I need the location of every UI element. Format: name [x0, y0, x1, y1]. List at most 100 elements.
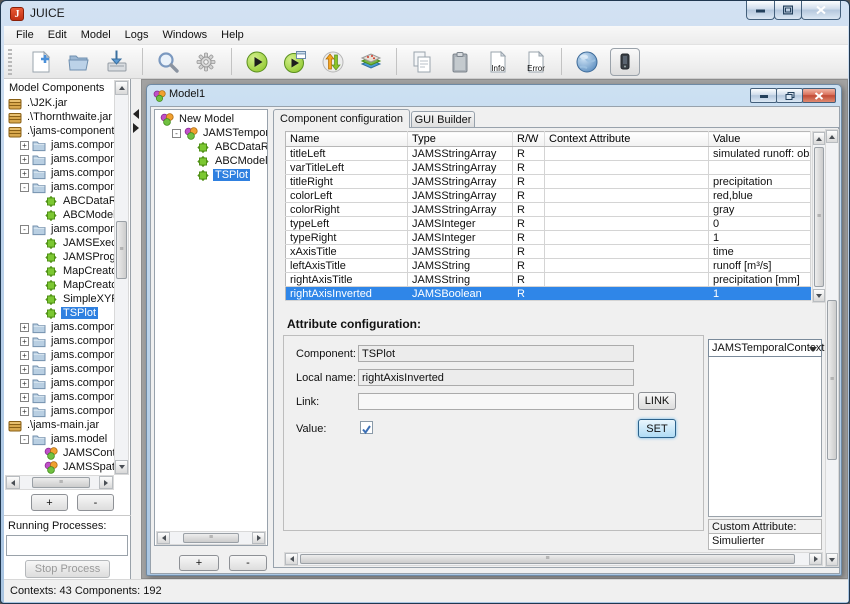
- link-field[interactable]: [358, 393, 634, 410]
- components-tree-vertical-scrollbar[interactable]: ≡: [114, 80, 129, 475]
- context-dropdown[interactable]: JAMSTemporalContext: [708, 339, 822, 357]
- tree-item-jams-componen[interactable]: +jams.componen: [4, 152, 114, 166]
- collapse-icon[interactable]: -: [20, 225, 29, 234]
- table-vertical-scrollbar[interactable]: ≡: [812, 131, 826, 303]
- scroll-right-button[interactable]: [252, 532, 265, 544]
- tree-item-tsplot[interactable]: TSPlot: [156, 168, 267, 182]
- column-header-context-attribute[interactable]: Context Attribute: [545, 132, 709, 147]
- expand-icon[interactable]: +: [20, 337, 29, 346]
- tree-item-new-model[interactable]: New Model: [156, 112, 267, 126]
- tree-item-jams-componen[interactable]: +jams.componen: [4, 376, 114, 390]
- scroll-left-button[interactable]: [157, 532, 170, 544]
- scroll-thumb[interactable]: ≡: [300, 554, 795, 564]
- tree-item-jamsspatia[interactable]: JAMSSpatia: [4, 460, 114, 474]
- value-checkbox[interactable]: [360, 421, 373, 434]
- tree-item-simplexyplo[interactable]: SimpleXYPlo: [4, 292, 114, 306]
- column-header-type[interactable]: Type: [408, 132, 513, 147]
- menu-item-file[interactable]: File: [9, 27, 41, 43]
- running-processes-list[interactable]: [6, 535, 128, 556]
- frame-restore-button[interactable]: [776, 88, 803, 103]
- collapse-icon[interactable]: -: [20, 183, 29, 192]
- tree-item-jamsexecir[interactable]: JAMSExecIr: [4, 236, 114, 250]
- scroll-down-button[interactable]: [826, 553, 838, 566]
- tree-item-jams-componen[interactable]: +jams.componen: [4, 348, 114, 362]
- online-button[interactable]: [572, 48, 602, 76]
- frame-remove-button[interactable]: -: [229, 555, 267, 571]
- new-model-button[interactable]: [26, 48, 56, 76]
- scroll-down-button[interactable]: [115, 460, 128, 474]
- tree-item-jams-componen[interactable]: +jams.componen: [4, 362, 114, 376]
- tree-item-jams-componen[interactable]: +jams.componen: [4, 166, 114, 180]
- add-component-button[interactable]: +: [31, 494, 68, 511]
- scroll-thumb[interactable]: ≡: [116, 221, 127, 279]
- expand-icon[interactable]: +: [20, 351, 29, 360]
- maximize-button[interactable]: [774, 1, 802, 20]
- column-header-name[interactable]: Name: [286, 132, 408, 147]
- remove-component-button[interactable]: -: [77, 494, 114, 511]
- table-row[interactable]: typeLeftJAMSIntegerR0: [286, 217, 811, 231]
- save-model-button[interactable]: [102, 48, 132, 76]
- tree-item-abcmodel[interactable]: ABCModel: [4, 208, 114, 222]
- expand-icon[interactable]: +: [20, 141, 29, 150]
- table-row[interactable]: titleLeftJAMSStringArrayRsimulated runof…: [286, 147, 811, 161]
- frame-minimize-button[interactable]: [750, 88, 777, 103]
- scroll-right-button[interactable]: [809, 553, 822, 565]
- menu-item-help[interactable]: Help: [214, 27, 251, 43]
- tree-item-jams-componen[interactable]: +jams.componen: [4, 334, 114, 348]
- tree-item-jams-componen[interactable]: +jams.componen: [4, 320, 114, 334]
- table-row[interactable]: typeRightJAMSIntegerR1: [286, 231, 811, 245]
- tab-gui-builder[interactable]: GUI Builder: [411, 111, 475, 128]
- tree-item-abcdatareader[interactable]: ABCDataReader: [156, 140, 267, 154]
- model-tree-horizontal-scrollbar[interactable]: ≡: [156, 531, 266, 545]
- stop-process-button[interactable]: Stop Process: [25, 560, 110, 578]
- table-row[interactable]: rightAxisInvertedJAMSBooleanR1: [286, 287, 811, 301]
- copy-button[interactable]: [407, 48, 437, 76]
- set-button[interactable]: SET: [638, 419, 676, 438]
- table-row[interactable]: leftAxisTitleJAMSStringRrunoff [m³/s]: [286, 259, 811, 273]
- component-field[interactable]: [358, 345, 634, 362]
- panel-vertical-scrollbar[interactable]: ≡: [825, 129, 839, 567]
- frame-close-button[interactable]: [802, 88, 836, 103]
- expand-icon[interactable]: +: [20, 169, 29, 178]
- menu-item-logs[interactable]: Logs: [118, 27, 156, 43]
- search-button[interactable]: [153, 48, 183, 76]
- expand-icon[interactable]: +: [20, 407, 29, 416]
- tree-item-abcdatare[interactable]: ABCDataRe: [4, 194, 114, 208]
- scroll-right-button[interactable]: [99, 476, 113, 489]
- tree-item-jamstemporalcontext[interactable]: -JAMSTemporalContext: [156, 126, 267, 140]
- link-button[interactable]: LINK: [638, 392, 676, 410]
- scroll-up-button[interactable]: [115, 81, 128, 95]
- collapse-icon[interactable]: -: [172, 129, 181, 138]
- run-model-gui-button[interactable]: [280, 48, 310, 76]
- scroll-up-button[interactable]: [813, 132, 825, 145]
- map-layers-button[interactable]: [356, 48, 386, 76]
- components-tree-horizontal-scrollbar[interactable]: ≡: [5, 475, 114, 490]
- expand-icon[interactable]: +: [20, 365, 29, 374]
- custom-attribute-field[interactable]: Simulierter: [708, 534, 822, 550]
- table-row[interactable]: titleRightJAMSStringArrayRprecipitation: [286, 175, 811, 189]
- table-row[interactable]: colorRightJAMSStringArrayRgray: [286, 203, 811, 217]
- collapse-left-icon[interactable]: [133, 109, 139, 119]
- column-header-r-w[interactable]: R/W: [513, 132, 545, 147]
- device-button[interactable]: [610, 48, 640, 76]
- toolbar-grip[interactable]: [8, 49, 12, 75]
- expand-icon[interactable]: +: [20, 323, 29, 332]
- tree-item-mapcreator[interactable]: MapCreator: [4, 264, 114, 278]
- table-row[interactable]: colorLeftJAMSStringArrayRred,blue: [286, 189, 811, 203]
- tree-item-jamsprogre[interactable]: JAMSProgre: [4, 250, 114, 264]
- context-attribute-list[interactable]: [708, 357, 822, 517]
- tree-item-jams-componen[interactable]: +jams.componen: [4, 138, 114, 152]
- collapse-icon[interactable]: -: [20, 435, 29, 444]
- tree-item-jams-componen[interactable]: -jams.componen: [4, 180, 114, 194]
- tree-item-jams-componen[interactable]: -jams.componen: [4, 222, 114, 236]
- tree-item-jams-componen[interactable]: +jams.componen: [4, 404, 114, 418]
- info-log-button[interactable]: Info: [483, 48, 513, 76]
- splitter[interactable]: [131, 79, 141, 579]
- tree-item-jams-model[interactable]: -jams.model: [4, 432, 114, 446]
- error-log-button[interactable]: Error: [521, 48, 551, 76]
- tree-item--jams-main-jar[interactable]: .\jams-main.jar: [4, 418, 114, 432]
- expand-right-icon[interactable]: [133, 123, 139, 133]
- open-model-button[interactable]: [64, 48, 94, 76]
- scroll-thumb[interactable]: ≡: [32, 477, 90, 488]
- tree-item-jams-componen[interactable]: +jams.componen: [4, 390, 114, 404]
